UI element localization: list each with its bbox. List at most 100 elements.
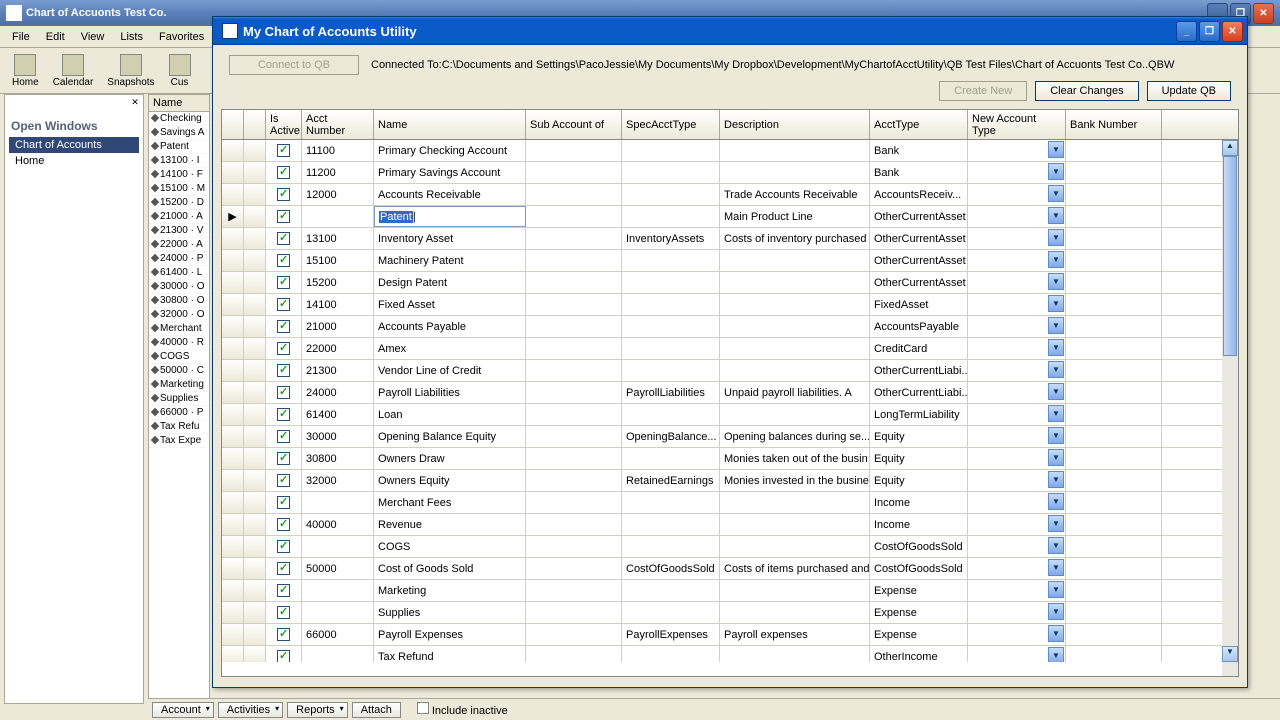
cell-acct-type[interactable]: Income: [870, 514, 968, 535]
cell-name[interactable]: Patent|: [374, 206, 526, 227]
cell-description[interactable]: Main Product Line: [720, 206, 870, 227]
cell-name[interactable]: Supplies: [374, 602, 526, 623]
cell-description[interactable]: [720, 140, 870, 161]
checkbox-icon[interactable]: [277, 606, 290, 619]
cell-is-active[interactable]: [266, 470, 302, 491]
col-spec-type[interactable]: SpecAcctType: [622, 110, 720, 139]
list-item[interactable]: 30000 · O: [149, 280, 209, 294]
cell-sub-account[interactable]: [526, 536, 622, 557]
cell-acct-number[interactable]: 40000: [302, 514, 374, 535]
cell-name[interactable]: Vendor Line of Credit: [374, 360, 526, 381]
table-row[interactable]: COGSCostOfGoodsSold▼: [222, 536, 1238, 558]
cell-acct-type[interactable]: Equity: [870, 470, 968, 491]
cell-acct-type[interactable]: Bank: [870, 140, 968, 161]
cell-bank-number[interactable]: [1066, 162, 1162, 183]
close-panel-icon[interactable]: ✕: [129, 97, 141, 109]
cell-spec-type[interactable]: [622, 360, 720, 381]
cell-description[interactable]: [720, 316, 870, 337]
cell-acct-number[interactable]: 66000: [302, 624, 374, 645]
include-inactive-check[interactable]: Include inactive: [417, 702, 508, 717]
cell-acct-type[interactable]: OtherCurrentAsset: [870, 228, 968, 249]
cell-name[interactable]: Primary Savings Account: [374, 162, 526, 183]
cell-description[interactable]: [720, 646, 870, 662]
cell-name[interactable]: Cost of Goods Sold: [374, 558, 526, 579]
cell-new-type[interactable]: ▼: [968, 470, 1066, 491]
list-item[interactable]: 21000 · A: [149, 210, 209, 224]
connect-to-qb-button[interactable]: Connect to QB: [229, 55, 359, 75]
table-row[interactable]: 32000Owners EquityRetainedEarningsMonies…: [222, 470, 1238, 492]
dropdown-icon[interactable]: ▼: [1048, 251, 1064, 268]
list-item[interactable]: 13100 · I: [149, 154, 209, 168]
cell-is-active[interactable]: [266, 316, 302, 337]
table-row[interactable]: 15200Design PatentOtherCurrentAsset▼: [222, 272, 1238, 294]
cell-acct-number[interactable]: 32000: [302, 470, 374, 491]
cell-description[interactable]: [720, 338, 870, 359]
dropdown-icon[interactable]: ▼: [1048, 537, 1064, 554]
cell-new-type[interactable]: ▼: [968, 514, 1066, 535]
list-item[interactable]: 66000 · P: [149, 406, 209, 420]
table-row[interactable]: 11200Primary Savings AccountBank▼: [222, 162, 1238, 184]
dropdown-icon[interactable]: ▼: [1048, 603, 1064, 620]
cell-new-type[interactable]: ▼: [968, 162, 1066, 183]
list-item[interactable]: Tax Refu: [149, 420, 209, 434]
checkbox-icon[interactable]: [277, 166, 290, 179]
cell-acct-number[interactable]: 11100: [302, 140, 374, 161]
cell-is-active[interactable]: [266, 624, 302, 645]
cell-bank-number[interactable]: [1066, 536, 1162, 557]
table-row[interactable]: 30800Owners DrawMonies taken out of the …: [222, 448, 1238, 470]
cell-bank-number[interactable]: [1066, 184, 1162, 205]
cell-spec-type[interactable]: [622, 536, 720, 557]
dropdown-icon[interactable]: ▼: [1048, 449, 1064, 466]
cell-acct-number[interactable]: 30000: [302, 426, 374, 447]
cell-acct-number[interactable]: 11200: [302, 162, 374, 183]
checkbox-icon[interactable]: [277, 518, 290, 531]
table-row[interactable]: ▶Patent|Main Product LineOtherCurrentAss…: [222, 206, 1238, 228]
cell-new-type[interactable]: ▼: [968, 338, 1066, 359]
cell-description[interactable]: Trade Accounts Receivable: [720, 184, 870, 205]
cell-bank-number[interactable]: [1066, 316, 1162, 337]
dropdown-icon[interactable]: ▼: [1048, 339, 1064, 356]
cell-spec-type[interactable]: [622, 646, 720, 662]
dropdown-icon[interactable]: ▼: [1048, 185, 1064, 202]
table-row[interactable]: MarketingExpense▼: [222, 580, 1238, 602]
util-close-button[interactable]: ✕: [1222, 21, 1243, 42]
cell-sub-account[interactable]: [526, 206, 622, 227]
cell-acct-type[interactable]: OtherCurrentAsset: [870, 206, 968, 227]
list-item[interactable]: 30800 · O: [149, 294, 209, 308]
dropdown-icon[interactable]: ▼: [1048, 273, 1064, 290]
close-button[interactable]: ✕: [1253, 3, 1274, 24]
dropdown-icon[interactable]: ▼: [1048, 625, 1064, 642]
cell-acct-type[interactable]: Equity: [870, 448, 968, 469]
cell-bank-number[interactable]: [1066, 426, 1162, 447]
checkbox-icon[interactable]: [277, 650, 290, 662]
cell-description[interactable]: [720, 602, 870, 623]
cell-description[interactable]: Unpaid payroll liabilities. A: [720, 382, 870, 403]
cell-new-type[interactable]: ▼: [968, 646, 1066, 662]
cell-bank-number[interactable]: [1066, 514, 1162, 535]
cell-is-active[interactable]: [266, 338, 302, 359]
checkbox-icon[interactable]: [277, 144, 290, 157]
table-row[interactable]: 13100Inventory AssetInventoryAssetsCosts…: [222, 228, 1238, 250]
list-item[interactable]: Supplies: [149, 392, 209, 406]
checkbox-icon[interactable]: [277, 298, 290, 311]
dropdown-icon[interactable]: ▼: [1048, 471, 1064, 488]
dropdown-icon[interactable]: ▼: [1048, 493, 1064, 510]
cell-description[interactable]: [720, 272, 870, 293]
cell-sub-account[interactable]: [526, 294, 622, 315]
cell-new-type[interactable]: ▼: [968, 360, 1066, 381]
list-item[interactable]: 15100 · M: [149, 182, 209, 196]
cell-new-type[interactable]: ▼: [968, 140, 1066, 161]
checkbox-icon[interactable]: [277, 474, 290, 487]
cell-spec-type[interactable]: [622, 448, 720, 469]
cell-is-active[interactable]: [266, 184, 302, 205]
cell-bank-number[interactable]: [1066, 382, 1162, 403]
cell-is-active[interactable]: [266, 140, 302, 161]
menu-file[interactable]: File: [4, 29, 38, 45]
cell-acct-number[interactable]: 14100: [302, 294, 374, 315]
cell-new-type[interactable]: ▼: [968, 624, 1066, 645]
cell-spec-type[interactable]: [622, 294, 720, 315]
cell-is-active[interactable]: [266, 294, 302, 315]
table-row[interactable]: Merchant FeesIncome▼: [222, 492, 1238, 514]
cell-is-active[interactable]: [266, 162, 302, 183]
cell-is-active[interactable]: [266, 448, 302, 469]
